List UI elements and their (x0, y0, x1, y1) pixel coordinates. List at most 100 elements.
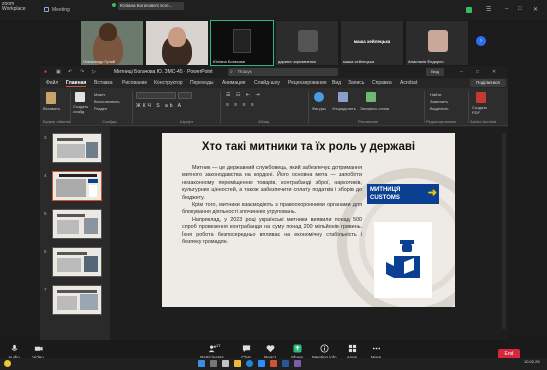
tab-view[interactable]: Вид (332, 80, 341, 86)
zoom-icon[interactable] (258, 360, 265, 367)
participants-count: 17 (216, 343, 221, 348)
tab-help[interactable]: Справка (372, 80, 392, 86)
sign-in-button[interactable]: Вхід (426, 68, 444, 76)
select-button[interactable]: Выделить (430, 106, 448, 111)
customs-badge-line1: МИТНИЦЯ (370, 187, 401, 193)
layout-button[interactable]: Макет (94, 92, 105, 97)
video-tile-active-speaker[interactable]: Юлiана Богачова (210, 20, 274, 66)
video-tile[interactable] (145, 20, 209, 66)
slide-thumbnails-pane: 3 4 5 6 7 (40, 127, 110, 340)
share-status-icon (112, 3, 116, 7)
slide-thumbnail[interactable] (52, 285, 102, 315)
weather-icon[interactable] (4, 360, 11, 367)
tab-acrobat[interactable]: Acrobat (400, 80, 417, 86)
tab-insert[interactable]: Вставка (94, 80, 113, 86)
current-slide[interactable]: Хто такі митники та їх роль у державі Ми… (162, 133, 455, 307)
heart-icon (266, 345, 274, 353)
minimize-icon[interactable]: – (505, 6, 508, 12)
font-family-select[interactable] (136, 92, 176, 99)
left-dock (0, 20, 40, 340)
group-slides: Слайды (102, 119, 117, 124)
video-tile[interactable]: Анастасiя Федорич (405, 20, 469, 66)
autosave-icon[interactable]: ● (44, 69, 47, 75)
redo-icon[interactable]: ↷ (80, 69, 84, 75)
slide-thumbnail[interactable] (52, 209, 102, 239)
slide-title[interactable]: Хто такі митники та їх роль у державі (162, 141, 455, 153)
arrange-button[interactable]: Упорядочить (332, 106, 356, 111)
replace-button[interactable]: Заменить (430, 99, 448, 104)
slide-thumbnail[interactable] (52, 247, 102, 277)
system-clock[interactable]: 10.02.25 (524, 359, 540, 364)
microphone-icon (11, 344, 17, 351)
info-icon (319, 344, 329, 353)
app-icon[interactable] (294, 360, 301, 367)
new-slide-button[interactable]: Создать слайд (73, 104, 91, 114)
window-title-url: Юлiана Богачова's scre... (118, 2, 184, 10)
tab-review[interactable]: Рецензирование (288, 80, 327, 86)
minimize-icon[interactable]: – (460, 69, 463, 75)
pdf-icon (476, 92, 486, 103)
search-input[interactable]: ⌕ Пошук (228, 68, 338, 76)
paste-button[interactable]: Вставить (43, 106, 60, 111)
share-button[interactable]: Поділитися (470, 79, 506, 87)
tab-animations[interactable]: Анимация (222, 80, 245, 86)
tab-draw[interactable]: Рисование (122, 80, 147, 86)
document-title: Митницi Богачова Ю. ЗМС-45 · PowerPoint (114, 69, 213, 75)
close-icon[interactable]: ✕ (533, 6, 538, 13)
tab-transitions[interactable]: Переходы (190, 80, 213, 86)
font-style-buttons[interactable]: ЖКЧ S ab A (136, 103, 183, 109)
video-tile[interactable]: Олександр Гулий (80, 20, 144, 66)
slide-paragraph: Митник — це державний службовець, який з… (182, 165, 362, 201)
font-size-select[interactable] (178, 92, 192, 99)
chat-icon (242, 345, 250, 353)
create-pdf-button[interactable]: Создать PDF (472, 105, 494, 115)
maximize-icon[interactable]: □ (476, 69, 479, 75)
right-dock (508, 66, 547, 340)
group-editing: Редактирование (426, 119, 457, 124)
next-page-icon[interactable]: › (476, 36, 486, 46)
search-icon[interactable] (210, 360, 217, 367)
close-icon[interactable]: ✕ (492, 69, 496, 75)
reset-button[interactable]: Восстановить (94, 99, 120, 104)
undo-icon[interactable]: ↶ (68, 69, 72, 75)
section-button[interactable]: Раздел (94, 106, 107, 111)
powerpoint-icon[interactable] (270, 360, 277, 367)
vertical-scrollbar[interactable] (502, 133, 506, 329)
present-icon[interactable]: ▷ (92, 69, 96, 75)
windows-taskbar: 10.02.25 (0, 358, 547, 370)
slide-thumbnail-selected[interactable] (52, 171, 102, 201)
list-buttons[interactable]: ☰ ☷ ⇤ ⇥ (226, 92, 262, 98)
task-view-icon[interactable] (222, 360, 229, 367)
explorer-icon[interactable] (234, 360, 241, 367)
word-icon[interactable] (282, 360, 289, 367)
slide-body-text[interactable]: Митник — це державний службовець, який з… (182, 165, 362, 246)
find-button[interactable]: Найти (430, 92, 441, 97)
start-icon[interactable] (198, 360, 205, 367)
video-tile[interactable]: маша хейлецька маша хейлецька (340, 20, 404, 66)
align-buttons[interactable]: ≡ ≡ ≡ ≡ (226, 102, 256, 108)
thumbnail-number: 6 (44, 249, 47, 254)
video-strip: Олександр Гулий Юлiана Богачова дарина ч… (80, 20, 486, 66)
video-tile[interactable]: дарина чорнавченко (275, 20, 339, 66)
zoom-app-name: zoom Workplace (2, 1, 26, 12)
save-icon[interactable]: ▣ (56, 69, 61, 75)
thumbnail-number: 7 (44, 287, 47, 292)
slide-thumbnail[interactable] (52, 133, 102, 163)
quick-styles-button[interactable]: Экспресс-стили (360, 106, 389, 111)
shapes-button[interactable]: Фигуры (312, 106, 326, 111)
avatar (428, 30, 448, 52)
tab-file[interactable]: Файл (46, 80, 58, 86)
tab-design[interactable]: Конструктор (154, 80, 183, 86)
tab-slideshow[interactable]: Слайд-шоу (254, 80, 280, 86)
ppt-title-bar: ● ▣ ↶ ↷ ▷ Митницi Богачова Ю. ЗМС-45 · P… (40, 66, 508, 78)
slide-paragraph: Крім того, митники взаємодіють з правоох… (182, 202, 362, 216)
tab-home[interactable]: Главная (66, 80, 87, 87)
participant-name: дарина чорнавченко (278, 59, 317, 64)
edge-icon[interactable] (246, 360, 253, 367)
meeting-label: Meeting (52, 7, 70, 13)
group-paragraph: Абзац (258, 119, 270, 124)
tab-record[interactable]: Запись (348, 80, 364, 86)
ribbon-separator (468, 91, 469, 123)
maximize-icon[interactable]: □ (518, 6, 522, 12)
view-icon[interactable]: ☰ (486, 6, 491, 13)
